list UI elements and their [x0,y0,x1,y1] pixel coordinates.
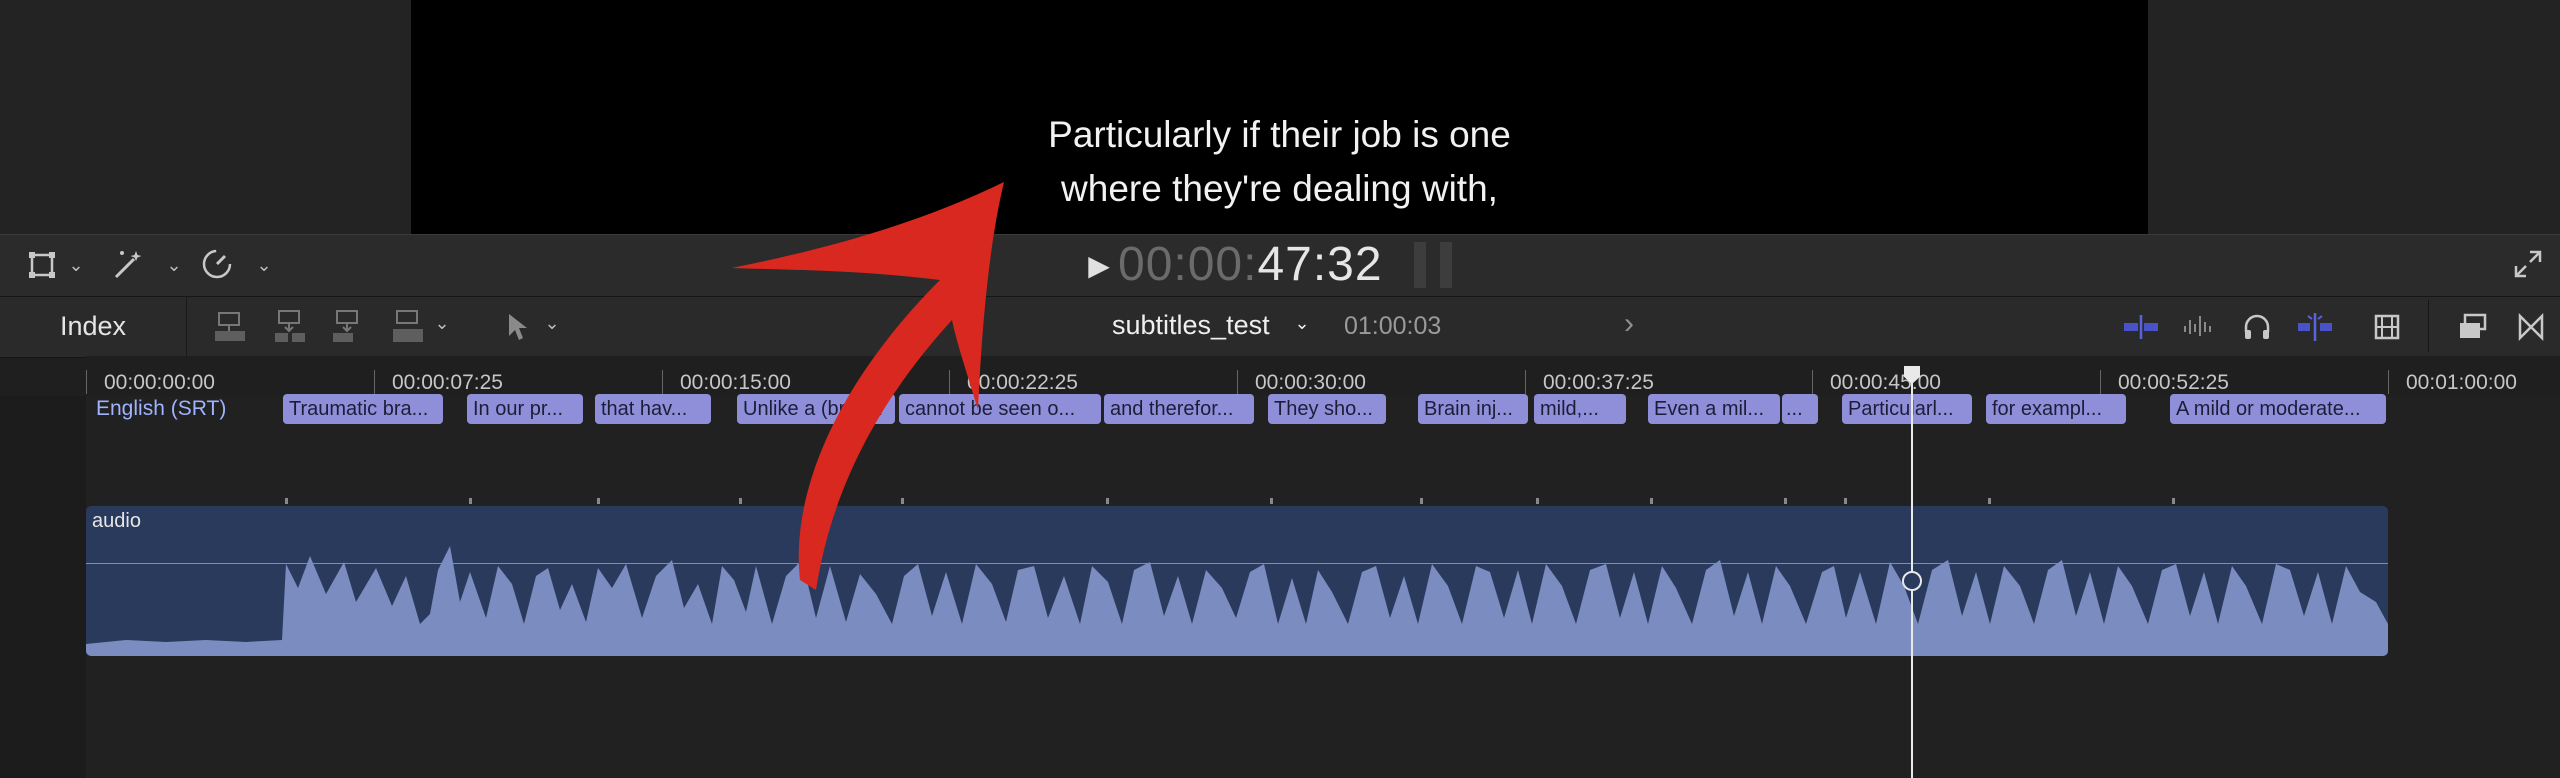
viewer-margin-left [0,0,411,234]
clip-appearance-icon[interactable] [2370,310,2404,344]
subtitle-line-1: Particularly if their job is one [1048,114,1511,155]
caption-clip[interactable]: Particularl... [1842,394,1972,424]
append-clip-icon[interactable] [330,308,366,344]
ruler-tick-label: 00:00:30:00 [1255,371,1366,394]
play-icon[interactable]: ▶ [1084,248,1114,282]
project-menu-chevron-icon[interactable]: ⌄ [1292,310,1312,336]
caption-connection-tick [1988,498,1991,504]
caption-connection-tick [1270,498,1273,504]
project-duration: 01:00:03 [1344,312,1442,340]
ruler-tick-label: 00:00:07:25 [392,371,503,394]
caption-connection-tick [1844,498,1847,504]
project-name[interactable]: subtitles_test [1112,310,1270,341]
ruler-tick [86,370,87,394]
caption-clip[interactable]: for exampl... [1986,394,2126,424]
transform-menu-chevron-icon[interactable]: ⌄ [66,252,86,278]
overwrite-clip-icon[interactable] [390,308,426,344]
viewer-margin-right [2148,0,2560,234]
timecode-display[interactable]: 00:00:47:32 [1118,238,1383,292]
ruler-tick [1237,370,1238,394]
caption-clip[interactable]: They sho... [1268,394,1386,424]
solo-icon[interactable] [2240,310,2274,344]
caption-connection-tick [285,498,288,504]
timecode-seconds-frames: 47:32 [1257,238,1383,291]
audio-clip[interactable] [86,506,2388,656]
audio-volume-line[interactable] [86,563,2388,564]
ruler-tick [2100,370,2101,394]
timecode-hours-minutes: 00:00: [1118,238,1258,291]
retime-menu-chevron-icon[interactable]: ⌄ [254,252,274,278]
caption-clip[interactable]: A mild or moderate... [2170,394,2386,424]
viewer-subtitle: Particularly if their job is one where t… [411,108,2148,216]
ruler-tick [374,370,375,394]
ruler-tick [1525,370,1526,394]
caption-connection-tick [2172,498,2175,504]
next-project-icon[interactable]: › [1614,306,1644,342]
caption-connection-tick [1784,498,1787,504]
edit-mode-chevron-icon[interactable]: ⌄ [432,310,452,336]
ruler-tick [2388,370,2389,394]
caption-connection-tick [597,498,600,504]
audio-meter-left [1414,242,1426,288]
caption-connection-tick [1536,498,1539,504]
caption-connection-tick [1420,498,1423,504]
caption-clip[interactable]: mild,... [1534,394,1626,424]
caption-connection-tick [1106,498,1109,504]
index-button[interactable]: Index [0,296,187,356]
timeline-toolbar [0,296,2560,358]
timeline-gutter [0,396,86,778]
toolbar-divider [2428,300,2429,352]
ruler-tick-label: 00:01:00:00 [2406,371,2517,394]
ruler-tick-label: 00:00:52:25 [2118,371,2229,394]
caption-clip[interactable]: Even a mil... [1648,394,1780,424]
subtitle-line-2: where they're dealing with, [1061,168,1498,209]
caption-connection-tick [469,498,472,504]
snapping-icon[interactable] [2122,310,2160,344]
ruler-tick [662,370,663,394]
audio-waveform [86,546,2388,656]
transitions-browser-icon[interactable] [2514,310,2548,344]
annotation-arrow-icon [732,182,1004,590]
ruler-tick-label: 00:00:00:00 [104,371,215,394]
insert-clip-icon[interactable] [272,308,308,344]
speed-icon[interactable] [198,246,236,282]
audio-skimming-icon[interactable] [2180,310,2216,344]
caption-clip[interactable]: ... [1782,394,1818,424]
transform-icon[interactable] [24,248,60,282]
audio-meter-right [1440,242,1452,288]
ruler-tick [1812,370,1813,394]
magic-wand-icon[interactable] [108,246,148,282]
caption-clip[interactable]: In our pr... [467,394,583,424]
ruler-tick-label: 00:00:37:25 [1543,371,1654,394]
caption-lane-label: English (SRT) [96,397,227,420]
enhance-menu-chevron-icon[interactable]: ⌄ [164,252,184,278]
select-tool-icon[interactable] [502,310,534,344]
fullscreen-icon[interactable] [2510,246,2546,282]
connect-clip-icon[interactable] [212,308,248,344]
caption-clip[interactable]: Traumatic bra... [283,394,443,424]
tool-menu-chevron-icon[interactable]: ⌄ [542,310,562,336]
caption-clip[interactable]: and therefor... [1104,394,1254,424]
caption-clip[interactable]: that hav... [595,394,711,424]
ruler-tick-label: 00:00:45:00 [1830,371,1941,394]
volume-keyframe-handle[interactable] [1902,571,1922,591]
caption-connection-tick [1650,498,1653,504]
skimming-icon[interactable] [2296,310,2334,344]
effects-browser-icon[interactable] [2456,310,2490,344]
caption-clip[interactable]: Brain inj... [1418,394,1528,424]
audio-clip-label: audio [92,510,141,532]
